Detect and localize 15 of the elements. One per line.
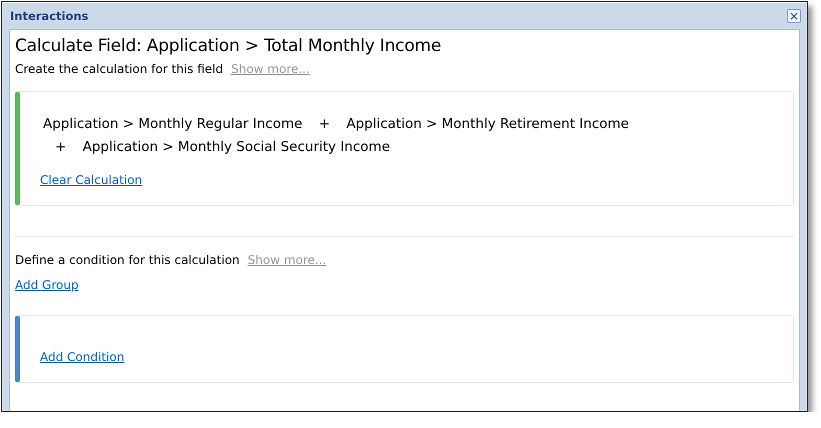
formula-field: Application > Monthly Regular Income — [43, 116, 302, 132]
formula-field: Application > Monthly Retirement Income — [346, 116, 629, 132]
clear-calculation-link[interactable]: Clear Calculation — [40, 173, 633, 187]
window-title: Interactions — [10, 9, 88, 23]
formula-field: Application > Monthly Social Security Income — [82, 139, 390, 155]
show-more-link[interactable]: Show more... — [231, 62, 310, 76]
add-condition-link[interactable]: Add Condition — [40, 350, 124, 364]
add-group-link[interactable]: Add Group — [15, 278, 79, 292]
condition-prompt: Define a condition for this calculation — [15, 253, 240, 267]
show-more-link[interactable]: Show more... — [248, 253, 326, 267]
close-button[interactable]: × — [787, 9, 801, 23]
page-heading: Calculate Field: Application > Total Monthly Income — [15, 36, 442, 56]
operator-sign: + — [55, 139, 66, 155]
operator-sign: + — [318, 116, 330, 132]
calculation-prompt: Create the calculation for this field — [15, 62, 224, 76]
